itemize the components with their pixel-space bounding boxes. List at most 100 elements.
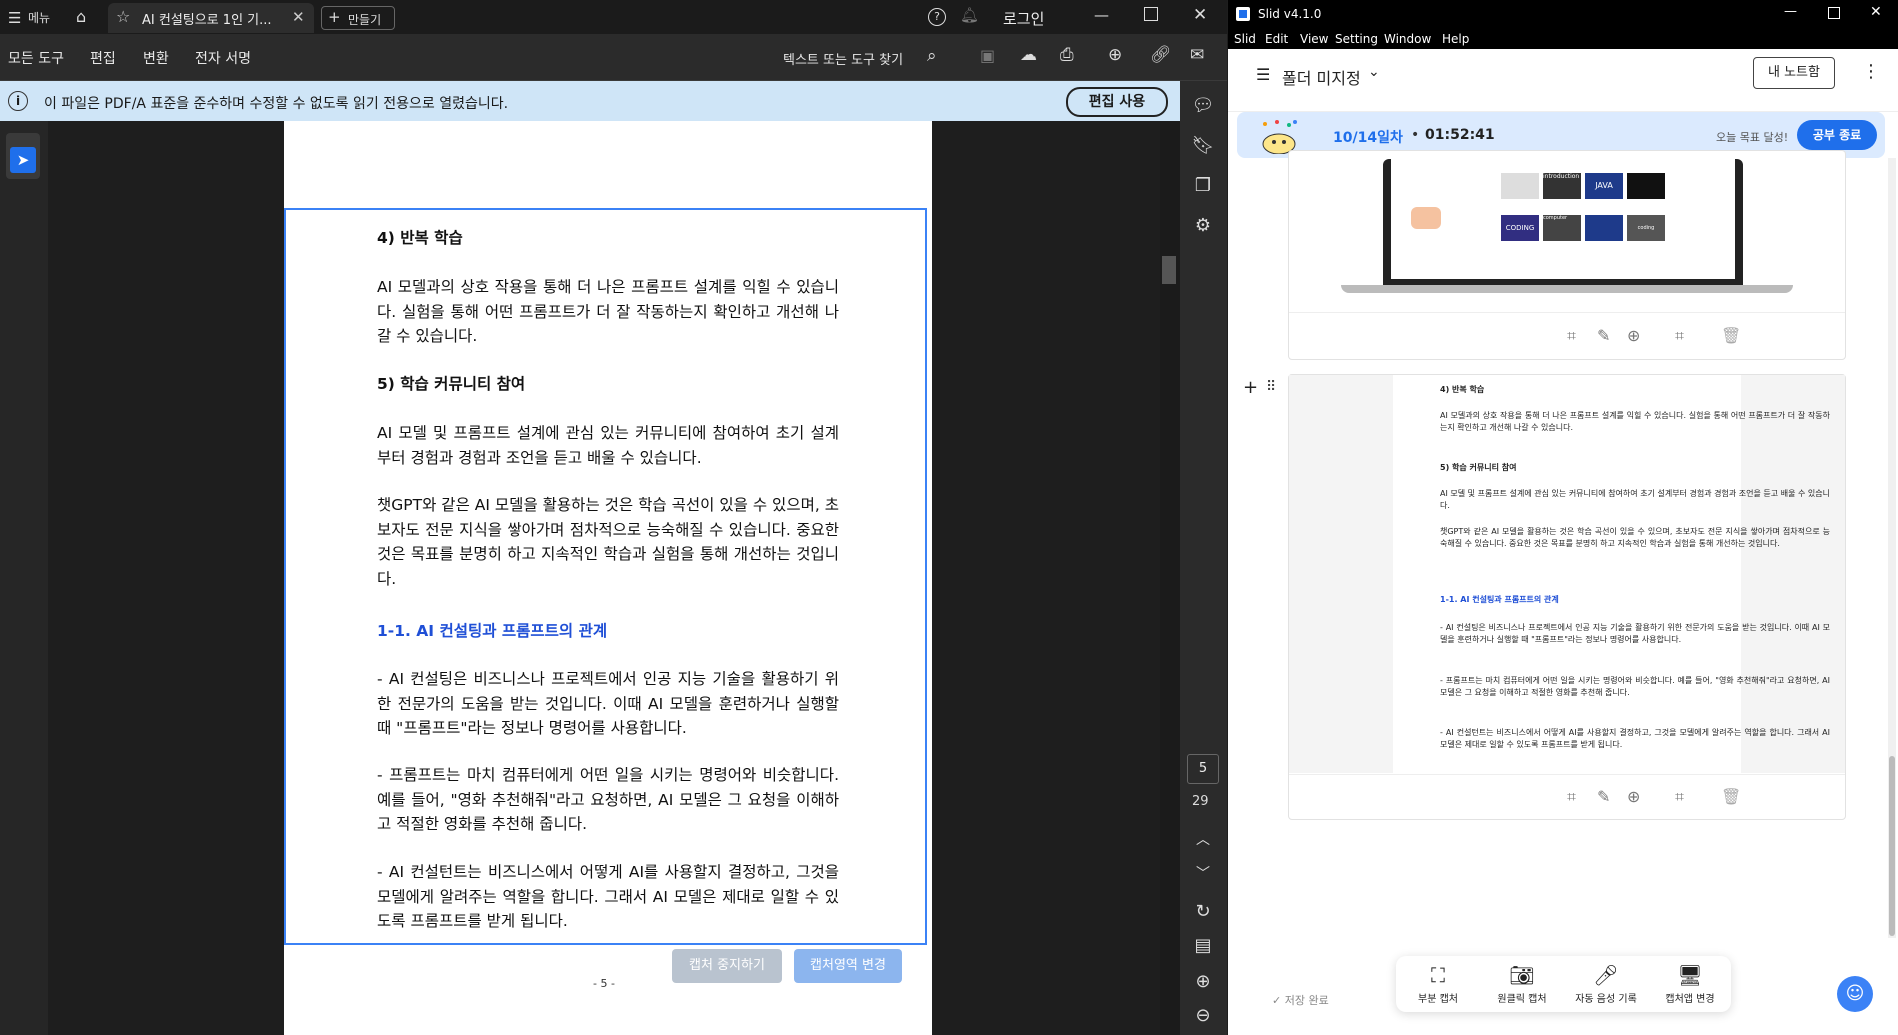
menu-slid[interactable]: Slid	[1234, 32, 1256, 46]
change-capture-app-label: 캡처앱 변경	[1665, 994, 1715, 1005]
divider	[1289, 774, 1845, 775]
page-up-icon[interactable]: ︿	[1189, 826, 1217, 854]
laptop-base	[1341, 285, 1793, 293]
convert-menu[interactable]: 변환	[143, 48, 169, 68]
menu-window[interactable]: Window	[1384, 32, 1431, 46]
folder-selector[interactable]: 폴더 미지정	[1282, 65, 1361, 89]
document-scrollbar[interactable]	[1160, 121, 1180, 1035]
menu-help[interactable]: Help	[1442, 32, 1469, 46]
partial-capture-label: 부분 캡처	[1418, 994, 1458, 1005]
page-number-label: - 5 -	[593, 977, 615, 990]
more-menu-icon[interactable]: ⋮	[1862, 61, 1880, 82]
all-tools-menu[interactable]: 모든 도구	[8, 48, 64, 68]
tab-title: AI 컨설팅으로 1인 기...	[142, 13, 272, 28]
maximize-icon[interactable]	[1144, 7, 1158, 21]
e-sign-menu[interactable]: 전자 서명	[195, 48, 251, 68]
chevron-down-icon[interactable]: ⌄	[1368, 64, 1380, 80]
body-paragraph: AI 모델과의 상호 작용을 통해 더 나은 프롬프트 설계를 익힐 수 있습니…	[377, 278, 839, 345]
stop-capture-button[interactable]: 캡처 중지하기	[672, 949, 782, 983]
auto-voice-record-button[interactable]: 🎤︎ 자동 음성 기록	[1566, 956, 1646, 1012]
rotate-icon[interactable]: ↻	[1189, 898, 1217, 926]
divider	[1289, 312, 1845, 313]
page-down-icon[interactable]: ﹀	[1189, 860, 1217, 888]
current-page-field[interactable]: 5	[1187, 754, 1219, 784]
notes-scrollbar[interactable]	[1888, 158, 1896, 938]
menu-button[interactable]: 메뉴	[28, 9, 50, 26]
print-icon[interactable]: ⎙	[1060, 45, 1074, 65]
section-heading: 5) 학습 커뮤니티 참여	[377, 375, 526, 393]
change-capture-area-button[interactable]: 캡처영역 변경	[794, 949, 902, 983]
slid-minimize-icon[interactable]: —	[1784, 4, 1797, 19]
slid-logo-icon	[1236, 7, 1250, 21]
zoom-icon[interactable]: ⊕	[1627, 787, 1640, 806]
drag-handle-icon[interactable]: ⠿	[1266, 379, 1276, 395]
notes-scroll-thumb[interactable]	[1889, 756, 1895, 936]
tool-search[interactable]: 텍스트 또는 도구 찾기	[783, 49, 903, 68]
edit-menu[interactable]: 편집	[90, 48, 116, 68]
capture-toolbar: ⛶ 부분 캡처 📷︎ 원클릭 캡처 🎤︎ 자동 음성 기록 🖥︎ 캡처앱 변경	[1396, 956, 1731, 1012]
text-extract-icon[interactable]: ⌗	[1567, 787, 1576, 807]
crop-icon[interactable]: ⌗	[1675, 787, 1684, 807]
save-status-label: 저장 완료	[1284, 994, 1329, 1007]
zoom-in-icon[interactable]: ⊕	[1189, 968, 1217, 996]
select-cursor-icon[interactable]: ➤	[10, 147, 36, 173]
slid-menu-bar: Slid Edit View Setting Window Help	[1228, 29, 1898, 49]
capture-image	[1393, 375, 1741, 773]
zoom-icon[interactable]: ⊕	[1627, 326, 1640, 345]
help-icon[interactable]: ?	[928, 8, 946, 26]
mascot-icon	[1259, 120, 1299, 154]
chat-support-icon[interactable]: ☺	[1837, 976, 1873, 1012]
share-user-icon[interactable]: ⊕	[1108, 45, 1122, 65]
my-notes-button[interactable]: 내 노트함	[1753, 57, 1835, 89]
body-paragraph: AI 모델 및 프롬프트 설계에 관심 있는 커뮤니티에 참여하여 초기 설계부…	[377, 424, 839, 467]
crop-icon: ⛶	[1431, 963, 1445, 987]
partial-capture-button[interactable]: ⛶ 부분 캡처	[1398, 956, 1478, 1012]
save-icon[interactable]: ▣	[980, 46, 995, 65]
read-only-banner: i 이 파일은 PDF/A 표준을 준수하며 수정할 수 없도록 읽기 전용으로…	[0, 81, 1180, 121]
capture-mini-paragraph: 챗GPT와 같은 AI 모델을 활용하는 것은 학습 곡선이 있을 수 있으며,…	[1440, 527, 1830, 548]
camera-icon: 📷︎	[1509, 963, 1535, 987]
acrobat-title-bar: ☰ 메뉴 ⌂ ☆ AI 컨설팅으로 1인 기... ✕ + 만들기 ? 🔔︎ 로…	[0, 0, 1227, 34]
mail-icon[interactable]: ✉	[1190, 45, 1204, 65]
slid-maximize-icon[interactable]	[1828, 7, 1840, 19]
change-capture-app-button[interactable]: 🖥︎ 캡처앱 변경	[1650, 956, 1730, 1012]
new-tab-button[interactable]: + 만들기	[321, 6, 395, 30]
text-extract-icon[interactable]: ⌗	[1567, 326, 1576, 346]
menu-view[interactable]: View	[1300, 32, 1328, 46]
scrollbar-thumb[interactable]	[1162, 256, 1176, 284]
trash-icon[interactable]: 🗑︎	[1721, 787, 1741, 806]
page-fit-icon[interactable]: ▤	[1189, 932, 1217, 960]
cloud-upload-icon[interactable]: ☁	[1020, 45, 1037, 65]
hamburger-icon[interactable]: ☰	[8, 9, 21, 27]
crop-icon[interactable]: ⌗	[1675, 326, 1684, 346]
protect-icon[interactable]: ⚙	[1189, 212, 1217, 240]
end-study-button[interactable]: 공부 종료	[1797, 120, 1877, 150]
copy-pages-icon[interactable]: ❐	[1189, 172, 1217, 200]
trash-icon[interactable]: 🗑︎	[1721, 326, 1741, 345]
comment-icon[interactable]: 💬︎	[1189, 92, 1217, 120]
login-button[interactable]: 로그인	[1003, 8, 1044, 29]
slid-window-title: Slid v4.1.0	[1258, 7, 1322, 21]
slid-close-icon[interactable]: ✕	[1870, 4, 1882, 20]
minimize-icon[interactable]: —	[1094, 6, 1109, 24]
zoom-out-icon[interactable]: ⊖	[1189, 1002, 1217, 1030]
pencil-icon[interactable]: ✎	[1597, 787, 1610, 806]
pencil-icon[interactable]: ✎	[1597, 326, 1610, 345]
link-icon[interactable]: 🔗︎	[1150, 45, 1172, 65]
close-tab-icon[interactable]: ✕	[292, 8, 305, 26]
bookmark-icon[interactable]: 🔖︎	[1189, 132, 1217, 160]
star-icon[interactable]: ☆	[116, 7, 130, 26]
enable-edit-button[interactable]: 편집 사용	[1066, 87, 1168, 117]
one-click-capture-button[interactable]: 📷︎ 원클릭 캡처	[1482, 956, 1562, 1012]
note-capture-card[interactable]: introduction JAVA CODING computer coding…	[1288, 150, 1846, 360]
document-tab[interactable]: ☆ AI 컨설팅으로 1인 기... ✕	[108, 3, 314, 33]
menu-edit[interactable]: Edit	[1265, 32, 1288, 46]
list-icon[interactable]: ☰	[1256, 65, 1270, 84]
close-window-icon[interactable]: ✕	[1193, 5, 1207, 25]
menu-setting[interactable]: Setting	[1335, 32, 1378, 46]
add-block-icon[interactable]: +	[1243, 377, 1258, 398]
bell-icon[interactable]: 🔔︎	[960, 6, 979, 24]
home-icon[interactable]: ⌂	[76, 7, 86, 26]
search-icon[interactable]: ⌕	[927, 46, 937, 66]
info-icon: i	[8, 91, 28, 111]
